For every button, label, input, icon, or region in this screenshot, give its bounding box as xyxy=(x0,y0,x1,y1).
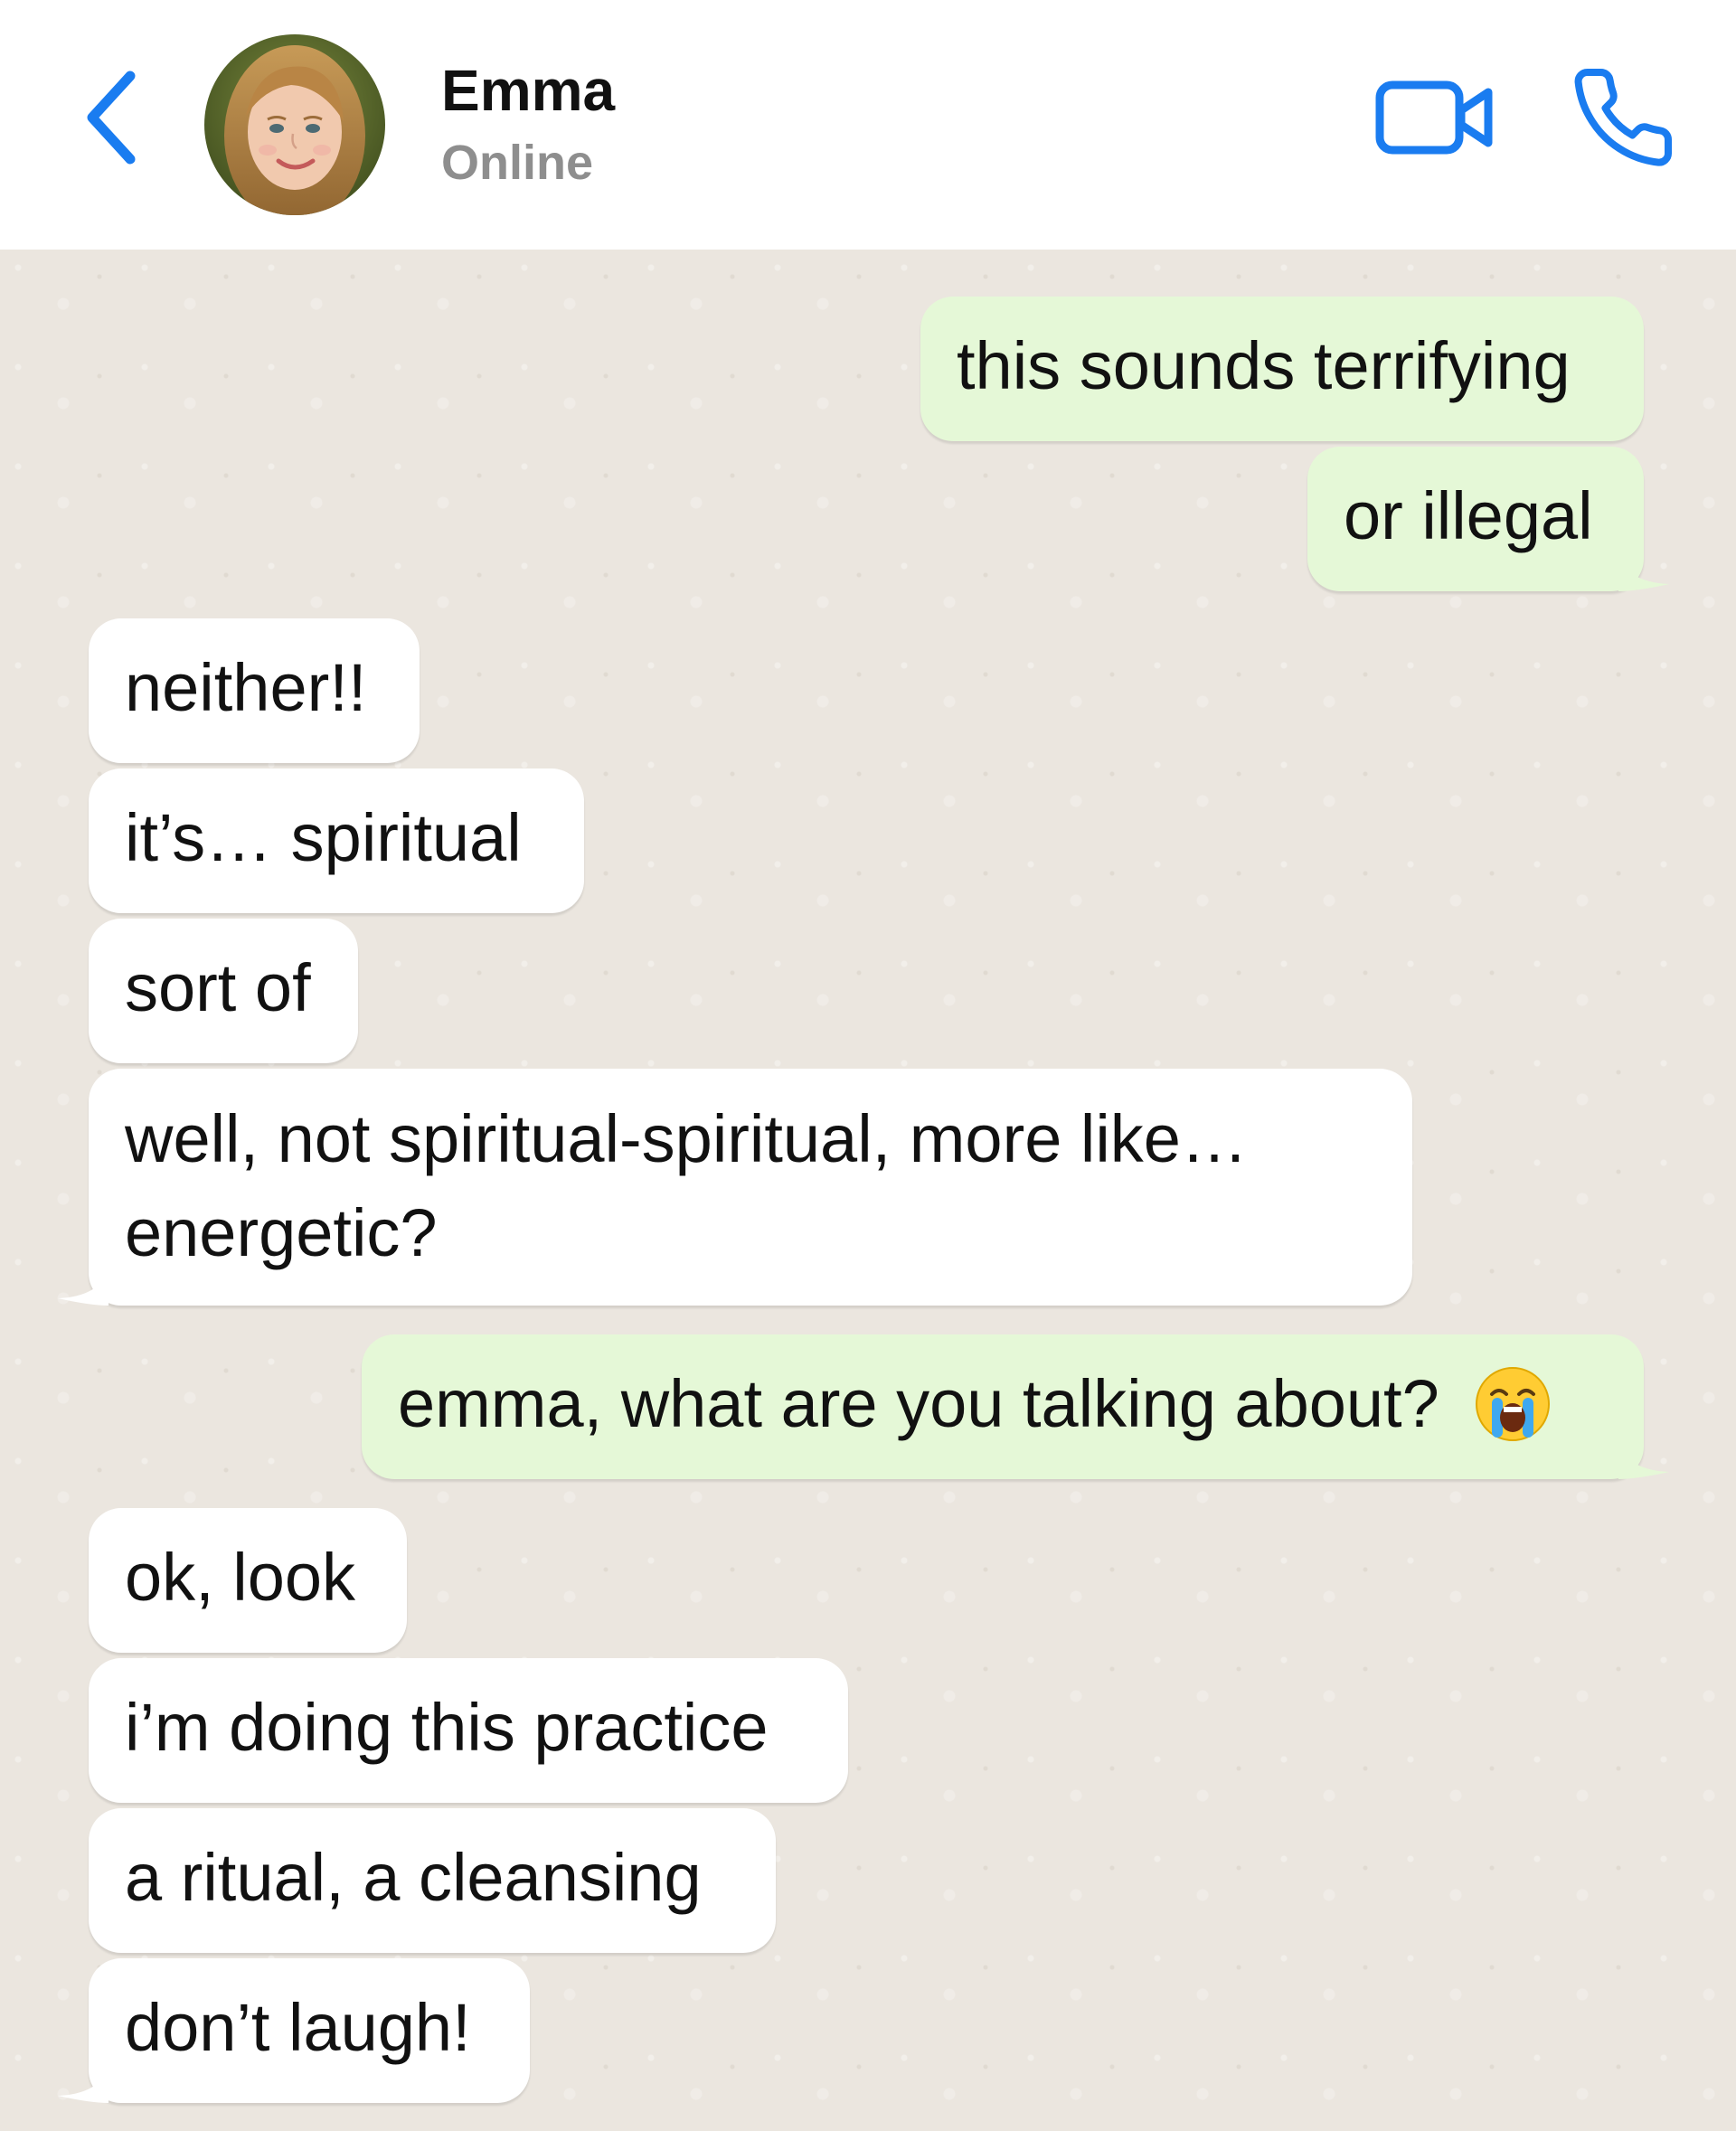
message-text: i’m doing this practice xyxy=(125,1690,769,1765)
message-incoming[interactable]: i’m doing this practice xyxy=(89,1658,848,1803)
message-outgoing[interactable]: emma, what are you talking about? xyxy=(362,1334,1644,1479)
message-incoming[interactable]: neither!! xyxy=(89,618,420,763)
chat-header: Emma Online xyxy=(0,0,1736,250)
message-incoming[interactable]: a ritual, a cleansing xyxy=(89,1808,776,1953)
chat-area[interactable]: this sounds terrifying or illegal neithe… xyxy=(0,250,1736,2131)
message-text: emma, what are you talking about? xyxy=(398,1366,1439,1441)
phone-icon xyxy=(1574,69,1673,166)
video-camera-icon xyxy=(1375,80,1493,155)
message-text: don’t laugh! xyxy=(125,1990,471,2065)
message-incoming[interactable]: well, not spiritual-spiritual, more like… xyxy=(89,1069,1412,1306)
message-outgoing[interactable]: or illegal xyxy=(1307,447,1644,591)
message-incoming[interactable]: ok, look xyxy=(89,1508,407,1653)
message-outgoing[interactable]: this sounds terrifying xyxy=(920,297,1644,441)
message-text: sort of xyxy=(125,950,311,1025)
contact-photo xyxy=(204,34,385,215)
message-text: well, not spiritual-spiritual, more like… xyxy=(125,1101,1248,1270)
message-text: or illegal xyxy=(1344,478,1593,553)
loudly-crying-face-emoji xyxy=(1476,1367,1551,1442)
message-incoming[interactable]: it’s… spiritual xyxy=(89,768,584,913)
message-text: a ritual, a cleansing xyxy=(125,1840,702,1915)
message-text: neither!! xyxy=(125,650,367,725)
video-call-button[interactable] xyxy=(1374,72,1497,163)
voice-call-button[interactable] xyxy=(1569,63,1677,172)
contact-name[interactable]: Emma xyxy=(441,54,615,127)
back-button[interactable] xyxy=(78,63,150,172)
message-text: ok, look xyxy=(125,1540,356,1615)
message-text: it’s… spiritual xyxy=(125,800,522,875)
message-incoming[interactable]: sort of xyxy=(89,919,358,1063)
avatar[interactable] xyxy=(204,34,385,215)
message-incoming[interactable]: don’t laugh! xyxy=(89,1958,530,2103)
chevron-left-icon xyxy=(87,71,136,165)
message-text: this sounds terrifying xyxy=(957,328,1571,403)
contact-status: Online xyxy=(441,136,594,190)
